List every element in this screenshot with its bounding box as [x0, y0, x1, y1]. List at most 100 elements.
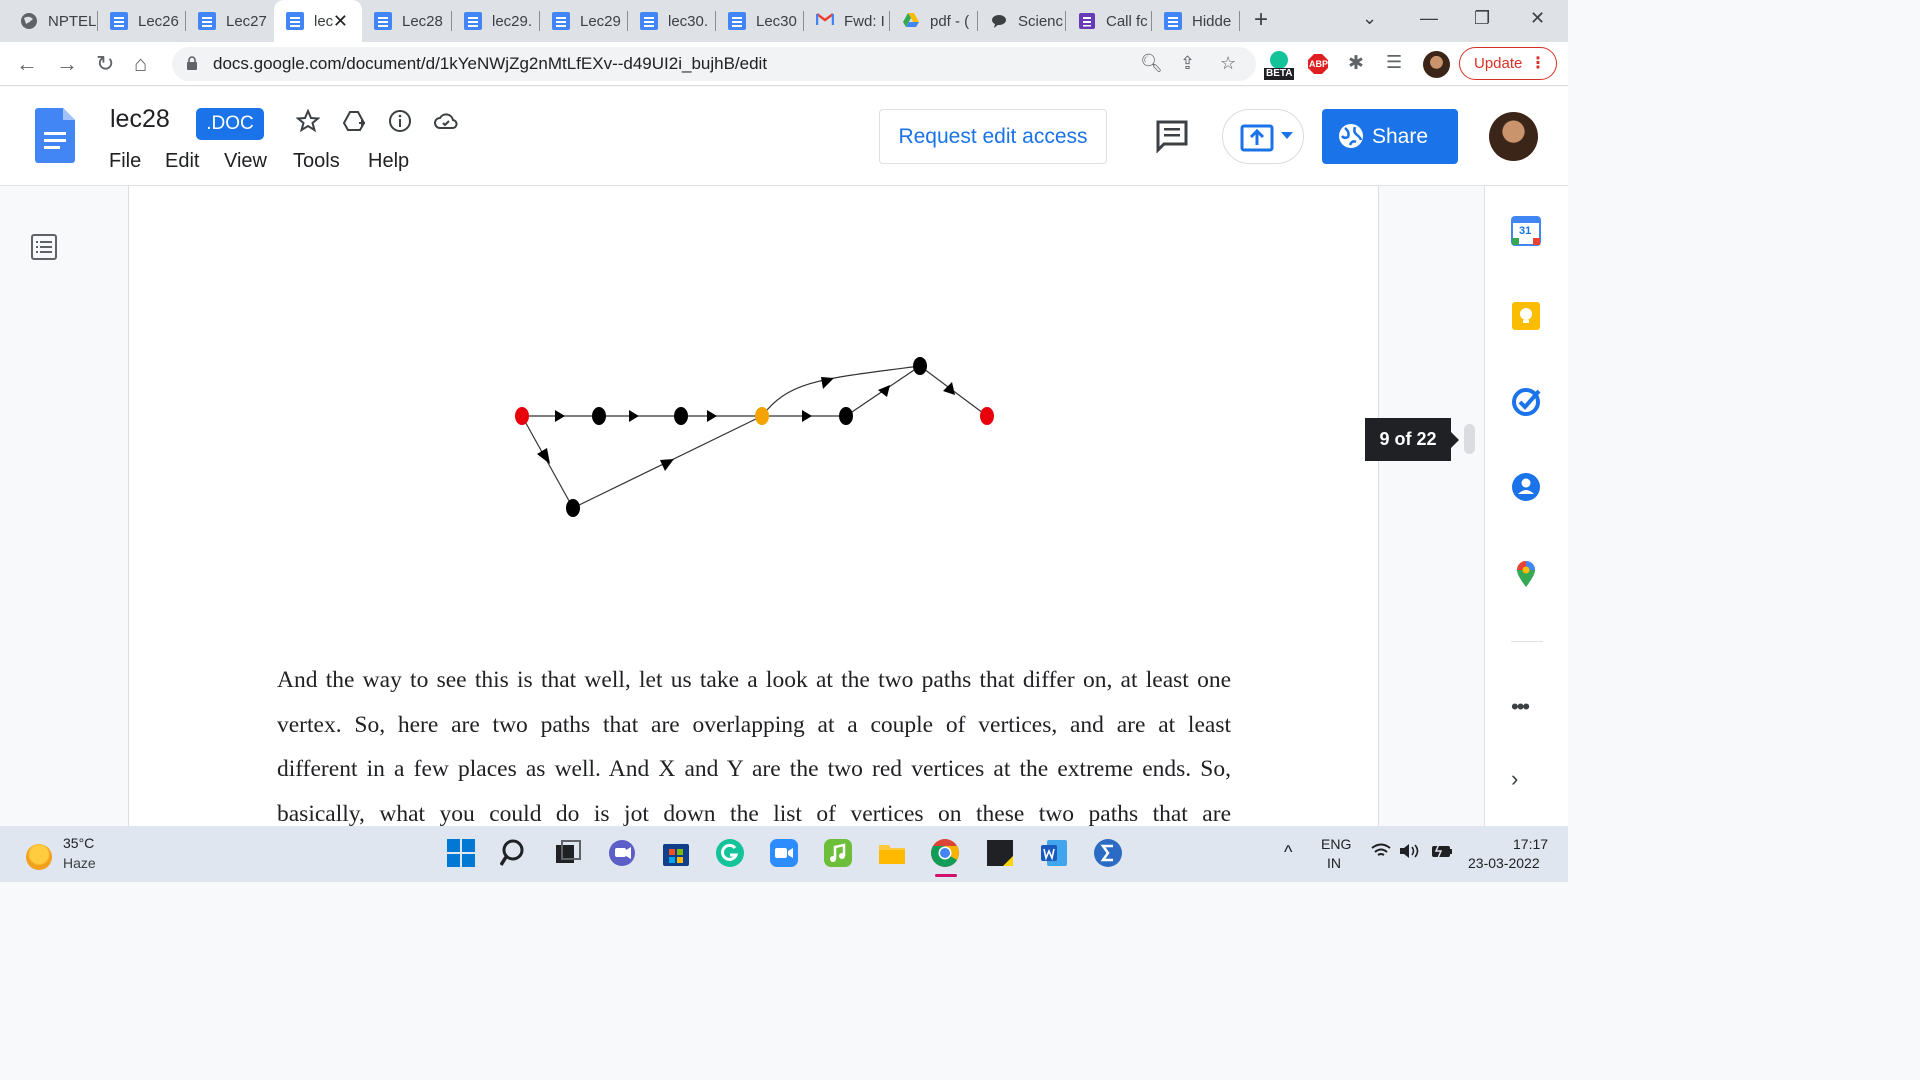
more-icon[interactable]: •••: [1511, 694, 1530, 720]
language-indicator-top[interactable]: ENG: [1321, 836, 1351, 852]
wifi-icon[interactable]: [1371, 843, 1391, 859]
weather-sun-icon[interactable]: [26, 844, 52, 870]
close-tab-icon[interactable]: ✕: [333, 11, 348, 32]
menu-edit[interactable]: Edit: [165, 150, 199, 173]
browser-tab[interactable]: Lec28: [362, 0, 452, 42]
browser-tab[interactable]: Lec26: [98, 0, 186, 42]
tab-label: pdf - (: [930, 12, 970, 30]
lock-icon: [187, 56, 197, 70]
adblock-extension-icon[interactable]: ABP: [1307, 53, 1329, 80]
document-title[interactable]: lec28: [110, 105, 170, 134]
browser-tab[interactable]: Lec29: [540, 0, 628, 42]
tab-label: lec30.: [668, 12, 709, 30]
url-text[interactable]: docs.google.com/document/d/1kYeNWjZg2nMt…: [213, 54, 767, 74]
weather-temperature[interactable]: 35°C: [63, 835, 94, 851]
update-button[interactable]: Update ⋮: [1459, 47, 1557, 80]
restore-button[interactable]: ❐: [1474, 8, 1490, 29]
share-page-icon[interactable]: ⇪: [1180, 53, 1195, 74]
calendar-icon[interactable]: 31: [1511, 216, 1541, 251]
browser-tab[interactable]: lec30.: [628, 0, 716, 42]
file-explorer-icon[interactable]: [877, 838, 907, 868]
comment-history-icon[interactable]: [1155, 119, 1189, 153]
tasks-icon[interactable]: [1511, 387, 1541, 417]
language-indicator-bottom[interactable]: IN: [1327, 855, 1341, 871]
reload-icon[interactable]: ↻: [96, 51, 114, 77]
back-arrow-icon[interactable]: ←: [16, 51, 38, 77]
grammarly-icon[interactable]: [715, 838, 745, 868]
tab-label: NPTEL: [48, 12, 97, 30]
docs-icon: [286, 12, 304, 30]
profile-avatar[interactable]: [1423, 51, 1450, 78]
home-icon[interactable]: ⌂: [134, 51, 147, 77]
request-edit-access-button[interactable]: Request edit access: [879, 109, 1107, 164]
drive-icon: [902, 12, 920, 30]
menu-view[interactable]: View: [224, 150, 267, 173]
expand-chevron-icon[interactable]: ›: [1511, 766, 1518, 792]
page-number-indicator: 9 of 22: [1365, 418, 1459, 461]
browser-tab[interactable]: Lec27: [186, 0, 274, 42]
account-avatar[interactable]: [1489, 112, 1538, 161]
browser-tab[interactable]: Hidde: [1152, 0, 1240, 42]
contacts-icon[interactable]: [1511, 472, 1541, 502]
clock-date[interactable]: 23-03-2022: [1468, 855, 1540, 871]
document-info-icon[interactable]: [388, 109, 412, 133]
browser-tab[interactable]: pdf - (: [890, 0, 978, 42]
body-paragraph[interactable]: And the way to see this is that well, le…: [277, 658, 1231, 836]
document-outline-icon[interactable]: [30, 233, 58, 261]
forward-arrow-icon[interactable]: →: [56, 51, 78, 77]
keep-icon[interactable]: [1511, 301, 1541, 331]
sticky-notes-icon[interactable]: [985, 838, 1015, 868]
chrome-icon[interactable]: [930, 838, 960, 868]
math-sigma-app-icon[interactable]: [1093, 838, 1123, 868]
address-bar[interactable]: docs.google.com/document/d/1kYeNWjZg2nMt…: [172, 47, 1256, 81]
word-icon[interactable]: [1039, 838, 1069, 868]
move-to-drive-icon[interactable]: [342, 109, 366, 133]
browser-tab[interactable]: Scienc: [978, 0, 1066, 42]
extensions-puzzle-icon[interactable]: ✱: [1348, 52, 1364, 75]
present-button[interactable]: [1222, 109, 1304, 164]
menu-file[interactable]: File: [109, 150, 141, 173]
browser-tab[interactable]: NPTEL: [8, 0, 98, 42]
browser-tab[interactable]: lec29.: [452, 0, 540, 42]
cloud-saved-icon[interactable]: [434, 109, 458, 133]
task-view-icon[interactable]: [553, 838, 583, 868]
tab-label: Lec30: [756, 12, 797, 30]
teams-chat-icon[interactable]: [607, 838, 637, 868]
minimize-button[interactable]: —: [1420, 8, 1438, 29]
vertical-scrollbar-thumb[interactable]: [1464, 424, 1475, 454]
show-hidden-icons-chevron[interactable]: ^: [1284, 842, 1292, 863]
docs-icon: [374, 12, 392, 30]
tab-search-chevron-icon[interactable]: ⌄: [1362, 8, 1377, 29]
zoom-app-icon[interactable]: [769, 838, 799, 868]
grammarly-beta-extension-icon[interactable]: BETA: [1264, 48, 1294, 85]
windows-start-icon[interactable]: [446, 838, 476, 868]
bookmark-star-icon[interactable]: ☆: [1220, 53, 1236, 74]
search-icon[interactable]: [500, 838, 530, 868]
battery-charging-icon[interactable]: [1429, 842, 1453, 860]
share-button[interactable]: Share: [1322, 109, 1458, 164]
star-icon[interactable]: [296, 109, 320, 133]
document-page[interactable]: And the way to see this is that well, le…: [128, 186, 1379, 827]
reading-list-icon[interactable]: ☰: [1386, 52, 1402, 73]
present-upload-icon: [1240, 124, 1274, 152]
zoom-icon[interactable]: 🔍︎: [1140, 53, 1163, 74]
new-tab-button[interactable]: +: [1254, 6, 1268, 34]
browser-tab[interactable]: Fwd: I: [804, 0, 890, 42]
close-window-button[interactable]: ✕: [1530, 8, 1545, 29]
microsoft-store-icon[interactable]: [661, 838, 691, 868]
browser-tab[interactable]: Lec30: [716, 0, 804, 42]
music-app-icon[interactable]: [823, 838, 853, 868]
maps-icon[interactable]: [1511, 559, 1541, 589]
graph-vertex: [839, 407, 853, 425]
clock-time[interactable]: 17:17: [1513, 836, 1548, 852]
weather-description[interactable]: Haze: [63, 855, 96, 871]
browser-tab-active[interactable]: lec ✕: [274, 0, 362, 42]
menu-help[interactable]: Help: [368, 150, 409, 173]
edge-arrowhead: [878, 385, 890, 397]
calendar-day: 31: [1519, 225, 1532, 237]
browser-tab[interactable]: Call fc: [1066, 0, 1152, 42]
edge-arrowhead: [537, 448, 550, 464]
google-docs-logo[interactable]: [35, 108, 75, 163]
volume-icon[interactable]: [1399, 843, 1421, 859]
menu-tools[interactable]: Tools: [293, 150, 340, 173]
